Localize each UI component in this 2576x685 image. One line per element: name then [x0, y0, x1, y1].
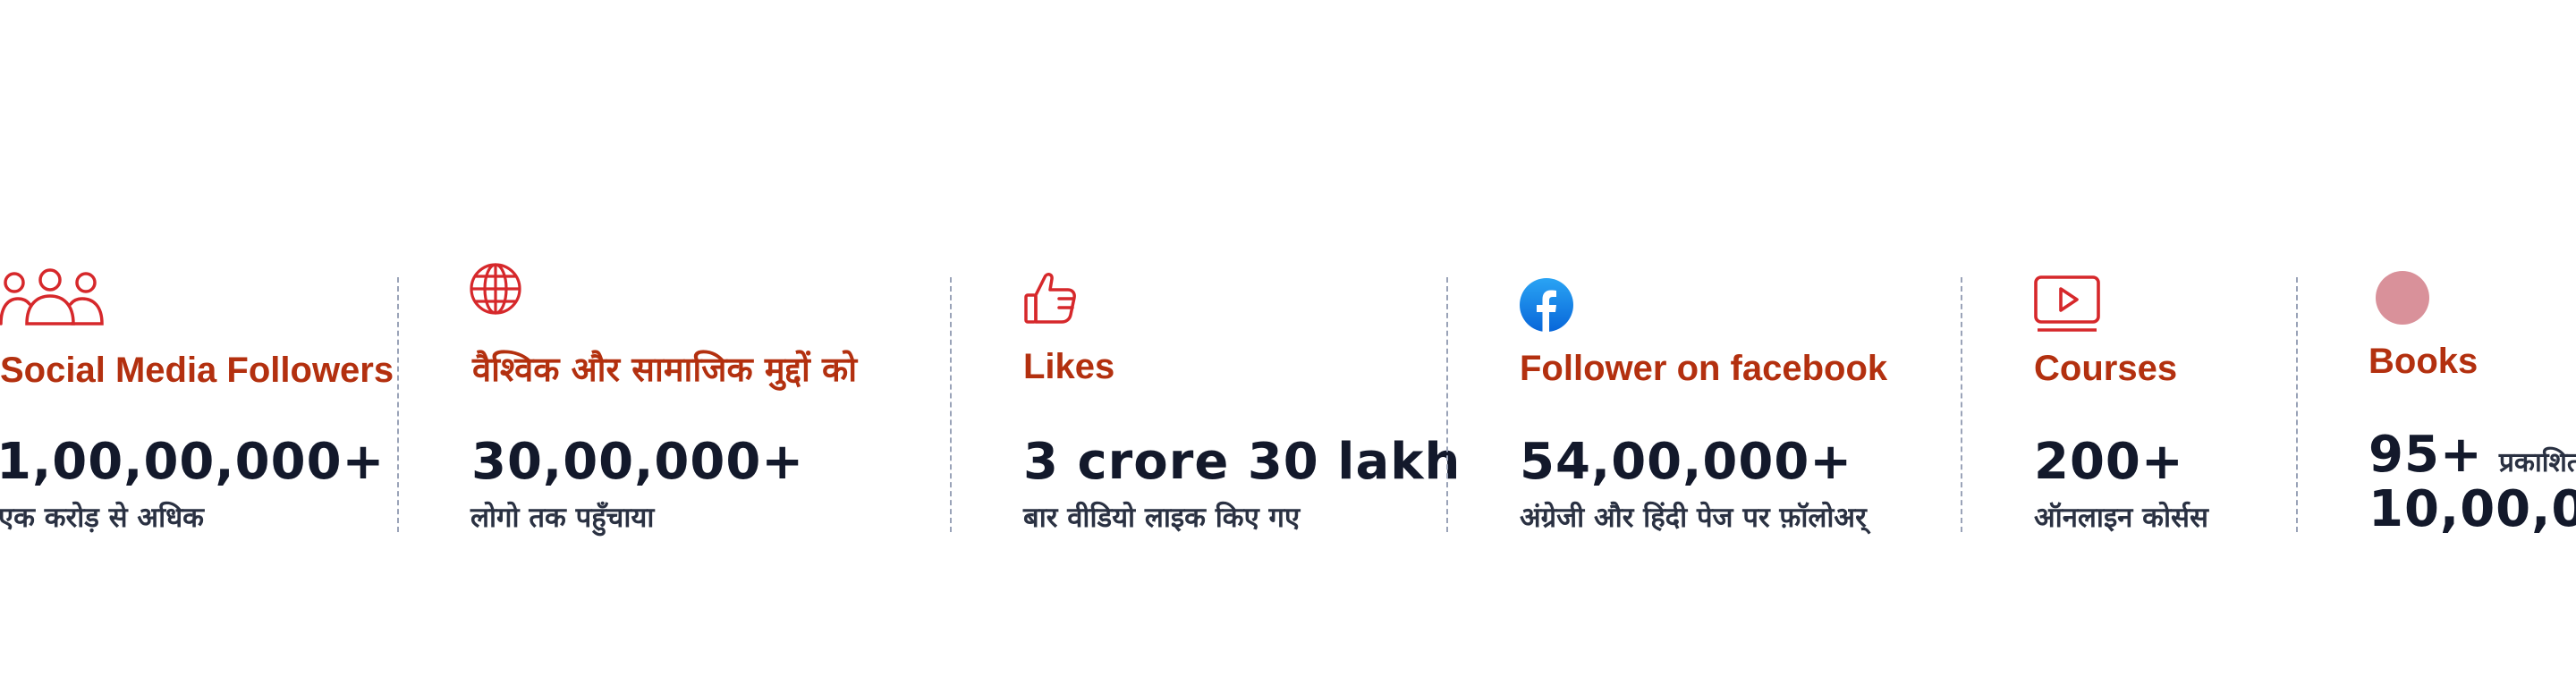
stat-global-reach: वैश्विक और सामाजिक मुद्दों को 30,00,000+…: [469, 0, 952, 685]
stat-divider: [2296, 277, 2298, 532]
stat-title: वैश्विक और सामाजिक मुद्दों को: [472, 350, 858, 389]
stat-courses: Courses 200+ ऑनलाइन कोर्सस: [2034, 0, 2293, 685]
stat-social-media-followers: Social Media Followers 1,00,00,000+ एक क…: [0, 0, 398, 685]
stat-value: 3 crore 30 lakh: [1023, 433, 1462, 491]
stat-value-number: 95+: [2368, 426, 2483, 484]
stat-value: 95+ प्रकाशित: [2368, 426, 2576, 484]
stat-divider: [1961, 277, 1962, 532]
stat-value: 30,00,000+: [471, 433, 805, 491]
book-circle-icon: [2376, 271, 2429, 325]
stat-divider: [397, 277, 399, 532]
stat-title: Books: [2368, 342, 2479, 381]
stat-value: 54,00,000+: [1520, 433, 1853, 491]
globe-icon: [470, 263, 521, 315]
facebook-icon: [1520, 278, 1573, 332]
video-play-icon: [2034, 275, 2100, 332]
stat-subtext: बार वीडियो लाइक किए गए: [1023, 502, 1301, 534]
stat-subtext: अंग्रेजी और हिंदी पेज पर फ़ॉलोअर्: [1520, 502, 1867, 534]
stat-value-secondary: 10,00,00: [2368, 480, 2576, 538]
stat-divider: [1446, 277, 1448, 532]
stat-title: Likes: [1023, 347, 1115, 386]
stat-value: 200+: [2034, 433, 2184, 491]
thumbs-up-icon: [1024, 273, 1076, 324]
users-group-icon: [0, 268, 104, 326]
stat-title: Follower on facebook: [1520, 349, 1888, 388]
stat-title: Social Media Followers: [0, 351, 394, 390]
stat-likes: Likes 3 crore 30 lakh बार वीडियो लाइक कि…: [1023, 0, 1460, 685]
stat-subtext: लोगो तक पहुँचाया: [470, 502, 655, 534]
stat-facebook-followers: Follower on facebook 54,00,000+ अंग्रेजी…: [1520, 0, 1958, 685]
stat-value: 1,00,00,000+: [0, 433, 386, 491]
stat-value-suffix: प्रकाशित: [2498, 447, 2576, 478]
stat-subtext: ऑनलाइन कोर्सस: [2034, 502, 2208, 534]
stat-title: Courses: [2034, 349, 2178, 388]
stat-subtext: एक करोड़ से अधिक: [0, 502, 204, 534]
stat-divider: [950, 277, 952, 532]
stat-books: Books 95+ प्रकाशित 10,00,00: [2368, 0, 2576, 685]
